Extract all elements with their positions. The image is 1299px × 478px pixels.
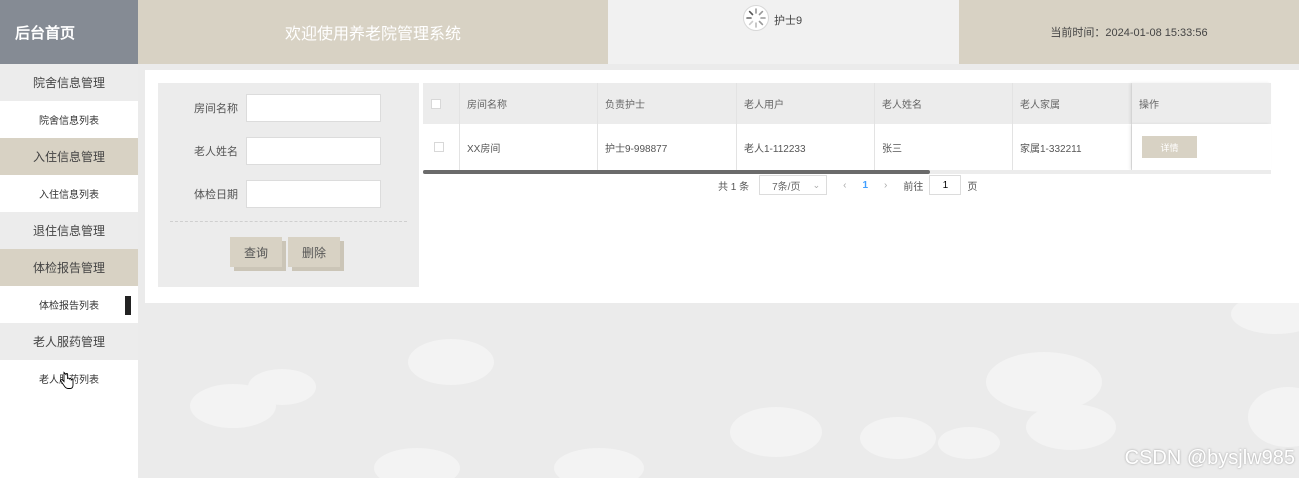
current-time: 当前时间：2024-01-08 15:33:56 bbox=[959, 0, 1299, 64]
column-header: 负责护士 bbox=[598, 83, 737, 124]
background-bubble bbox=[374, 448, 460, 478]
sidebar-item-label: 体检报告列表 bbox=[39, 301, 99, 312]
top-bar: 后台首页 欢迎使用养老院管理系统 护士9 当前时间：2024-01-08 15:… bbox=[0, 0, 1299, 64]
data-table: 房间名称 负责护士 老人用户 老人姓名 老人家属 操作 XX房间 护士9-998… bbox=[423, 83, 1271, 174]
watermark: CSDN @bysjlw985 bbox=[1124, 447, 1295, 469]
search-form: 房间名称 老人姓名 体检日期 查询 删除 bbox=[158, 83, 419, 287]
background-bubble bbox=[408, 339, 494, 385]
search-row-room: 房间名称 bbox=[158, 94, 381, 122]
pagination: 共 1 条 7条/页 ⌄ ‹ 1 › 前往 页 bbox=[718, 175, 977, 195]
sidebar-item-label: 体检报告管理 bbox=[32, 261, 105, 275]
avatar[interactable] bbox=[743, 5, 769, 31]
chevron-down-icon: ⌄ bbox=[812, 179, 821, 190]
query-button[interactable]: 查询 bbox=[230, 237, 282, 267]
cell-nurse: 护士9-998877 bbox=[598, 124, 737, 170]
delete-button[interactable]: 删除 bbox=[288, 237, 340, 267]
column-header: 操作 bbox=[1132, 83, 1271, 124]
scrollbar-thumb[interactable] bbox=[423, 170, 930, 174]
sidebar-group-checkin[interactable]: 入住信息管理 bbox=[0, 138, 138, 175]
column-header: 老人用户 bbox=[737, 83, 875, 124]
username: 护士9 bbox=[774, 15, 803, 27]
header-checkbox-cell bbox=[423, 83, 460, 124]
total-count: 共 1 条 bbox=[718, 181, 750, 193]
page-unit: 页 bbox=[967, 181, 978, 193]
home-label: 后台首页 bbox=[14, 24, 75, 42]
table-row: XX房间 护士9-998877 老人1-112233 张三 家属1-332211… bbox=[423, 124, 1271, 171]
sidebar-item-label: 入住信息管理 bbox=[32, 150, 105, 164]
horizontal-scrollbar[interactable] bbox=[423, 170, 1271, 174]
sidebar-item-medical-report-list[interactable]: 体检报告列表 bbox=[0, 286, 138, 323]
background-bubble bbox=[1026, 404, 1116, 450]
exam-date-input[interactable] bbox=[246, 180, 381, 208]
room-name-label: 房间名称 bbox=[194, 103, 238, 115]
cell-room: XX房间 bbox=[460, 124, 598, 170]
column-header: 老人家属 bbox=[1013, 83, 1132, 124]
column-header: 老人姓名 bbox=[875, 83, 1013, 124]
sidebar-item-label: 入住信息列表 bbox=[39, 190, 99, 201]
user-info[interactable]: 护士9 bbox=[608, 0, 959, 64]
elder-name-label: 老人姓名 bbox=[194, 146, 238, 158]
system-title: 欢迎使用养老院管理系统 bbox=[138, 0, 608, 64]
sidebar-item-dormitory-list[interactable]: 院舍信息列表 bbox=[0, 101, 138, 138]
background-bubble bbox=[730, 407, 822, 457]
table-header: 房间名称 负责护士 老人用户 老人姓名 老人家属 操作 bbox=[423, 83, 1271, 124]
active-marker bbox=[125, 296, 131, 315]
page-size-value: 7条/页 bbox=[772, 181, 801, 193]
background-bubble bbox=[190, 384, 276, 428]
room-name-input[interactable] bbox=[246, 94, 381, 122]
background-bubble bbox=[986, 352, 1102, 412]
content-panel: 房间名称 老人姓名 体检日期 查询 删除 房间名称 负责护士 老人用户 老人姓名 bbox=[145, 70, 1299, 303]
divider bbox=[170, 221, 407, 222]
sidebar-item-checkin-list[interactable]: 入住信息列表 bbox=[0, 175, 138, 212]
sidebar: 院舍信息管理 院舍信息列表 入住信息管理 入住信息列表 退住信息管理 体检报告管… bbox=[0, 64, 138, 478]
loading-spinner-icon bbox=[746, 8, 766, 28]
column-header: 房间名称 bbox=[460, 83, 598, 124]
background-bubble bbox=[860, 417, 936, 459]
background-bubble bbox=[938, 427, 1000, 459]
background-bubble bbox=[1248, 387, 1299, 447]
system-title-text: 欢迎使用养老院管理系统 bbox=[284, 26, 461, 43]
row-checkbox-cell bbox=[423, 124, 460, 170]
prev-page-icon[interactable]: ‹ bbox=[843, 180, 846, 191]
detail-button[interactable]: 详情 bbox=[1142, 136, 1197, 158]
hand-cursor-icon bbox=[60, 371, 74, 389]
select-all-checkbox[interactable] bbox=[431, 98, 441, 109]
search-row-elder: 老人姓名 bbox=[158, 137, 381, 165]
main-area: 房间名称 老人姓名 体检日期 查询 删除 房间名称 负责护士 老人用户 老人姓名 bbox=[138, 64, 1299, 478]
sidebar-group-dormitory[interactable]: 院舍信息管理 bbox=[0, 64, 138, 101]
goto-label: 前往 bbox=[903, 181, 924, 193]
cell-actions: 详情 bbox=[1132, 124, 1271, 170]
next-page-icon[interactable]: › bbox=[884, 180, 887, 191]
sidebar-group-medication[interactable]: 老人服药管理 bbox=[0, 323, 138, 360]
sidebar-group-checkout[interactable]: 退住信息管理 bbox=[0, 212, 138, 249]
home-link[interactable]: 后台首页 bbox=[0, 0, 138, 64]
search-row-date: 体检日期 bbox=[158, 180, 381, 208]
cell-elder-user: 老人1-112233 bbox=[737, 124, 875, 170]
sidebar-item-label: 院舍信息管理 bbox=[32, 76, 105, 90]
background-bubble bbox=[554, 448, 644, 478]
sidebar-item-label: 退住信息管理 bbox=[32, 224, 105, 238]
goto-page-input[interactable] bbox=[929, 175, 962, 195]
sidebar-item-label: 院舍信息列表 bbox=[39, 116, 99, 127]
row-checkbox[interactable] bbox=[434, 142, 444, 152]
current-time-text: 当前时间：2024-01-08 15:33:56 bbox=[1050, 27, 1208, 39]
page-size-select[interactable]: 7条/页 ⌄ bbox=[759, 175, 828, 195]
page-number[interactable]: 1 bbox=[862, 180, 868, 191]
sidebar-group-medical-report[interactable]: 体检报告管理 bbox=[0, 249, 138, 286]
sidebar-item-label: 老人服药管理 bbox=[32, 335, 105, 349]
cell-family: 家属1-332211 bbox=[1013, 124, 1132, 170]
cell-elder-name: 张三 bbox=[875, 124, 1013, 170]
exam-date-label: 体检日期 bbox=[194, 189, 238, 201]
elder-name-input[interactable] bbox=[246, 137, 381, 165]
